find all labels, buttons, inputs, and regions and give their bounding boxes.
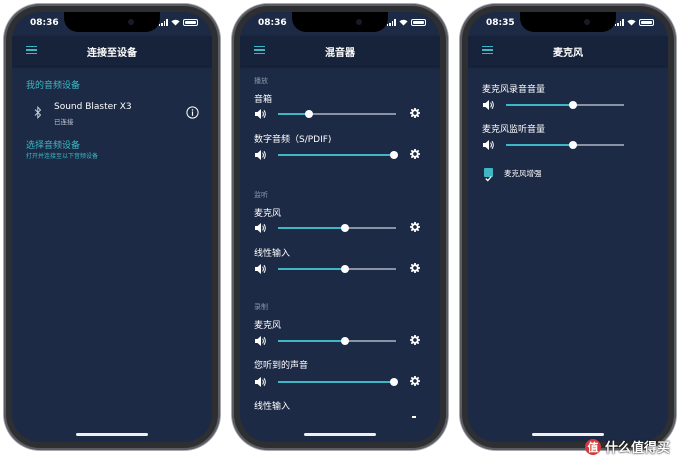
home-indicator (304, 433, 376, 436)
mic-monitor-volume-icon[interactable] (482, 139, 495, 151)
section-record: 录制 (254, 303, 268, 311)
home-indicator (532, 433, 604, 436)
battery-icon (411, 19, 426, 26)
what-u-hear-settings-gear-icon[interactable] (410, 376, 420, 386)
speaker-slider[interactable] (278, 110, 396, 118)
what-u-hear-volume-icon[interactable] (254, 376, 267, 388)
mic-monitor-volume-icon[interactable] (254, 222, 267, 234)
what-u-hear-slider[interactable] (278, 378, 398, 386)
mic-record-slider[interactable] (278, 337, 396, 345)
digital-audio-label: 数字音频（S/PDIF) (254, 135, 332, 145)
section-playback: 播放 (254, 77, 268, 85)
line-in-monitor-volume-icon[interactable] (254, 263, 267, 275)
screen-connect-device: 08:36 连接至设备 我的音频设备 Sound Blaster X3 已连接 … (12, 12, 212, 442)
mic-boost-label: 麦克风增强 (504, 169, 542, 178)
slider-knob[interactable] (304, 110, 313, 118)
top-bar: 混音器 (240, 36, 440, 66)
phone-microphone: 08:35 麦克风 麦克风录音音量 麦克风监听音量 麦克风增强 (460, 4, 676, 450)
mic-monitor-settings-gear-icon[interactable] (410, 222, 420, 232)
status-icons (386, 19, 426, 26)
slider-knob[interactable] (569, 101, 578, 109)
home-indicator (76, 433, 148, 436)
mic-boost-checkbox[interactable] (484, 168, 493, 182)
info-icon[interactable] (186, 104, 199, 123)
mic-record-label: 麦克风 (254, 321, 282, 331)
notch (520, 12, 616, 32)
bluetooth-icon (34, 104, 42, 123)
line-in-monitor-settings-gear-icon[interactable] (410, 263, 420, 273)
digital-settings-gear-icon[interactable] (410, 149, 420, 159)
notch (64, 12, 160, 32)
scroll-hint (412, 416, 416, 418)
what-u-hear-label: 您听到的声音 (254, 361, 309, 371)
status-time: 08:35 (486, 18, 515, 28)
top-bar: 连接至设备 (12, 36, 212, 66)
device-status: 已连接 (54, 118, 74, 126)
notch (292, 12, 388, 32)
mic-monitor-label: 麦克风 (254, 209, 282, 219)
mic-record-volume-icon[interactable] (254, 335, 267, 347)
wifi-icon (399, 19, 408, 26)
watermark: 值 什么值得买 (584, 437, 670, 456)
line-in-monitor-label: 线性输入 (254, 249, 291, 259)
top-bar: 麦克风 (468, 36, 668, 66)
slider-knob[interactable] (341, 265, 350, 273)
select-device-link[interactable]: 选择音频设备 (26, 138, 80, 151)
phone-connect-device: 08:36 连接至设备 我的音频设备 Sound Blaster X3 已连接 … (4, 4, 220, 450)
slider-knob[interactable] (341, 337, 350, 345)
screen-mixer: 08:36 混音器 播放 音箱 数字音频（S/PDIF) 监听 麦克风 线性输入… (240, 12, 440, 442)
page-title: 麦克风 (553, 48, 583, 59)
status-time: 08:36 (30, 18, 59, 28)
signal-icon (158, 19, 168, 26)
section-monitor: 监听 (254, 191, 268, 199)
select-device-hint: 打开并连接至以下音频设备 (26, 153, 99, 160)
digital-volume-icon[interactable] (254, 149, 267, 161)
check-icon (485, 176, 492, 182)
line-in-monitor-slider[interactable] (278, 265, 396, 273)
battery-icon (183, 19, 198, 26)
mic-monitor-volume-slider[interactable] (506, 141, 624, 149)
speaker-volume-icon[interactable] (254, 108, 267, 120)
wifi-icon (171, 19, 180, 26)
my-devices-heading: 我的音频设备 (26, 81, 81, 91)
watermark-logo: 值 (584, 438, 601, 455)
screen-microphone: 08:35 麦克风 麦克风录音音量 麦克风监听音量 麦克风增强 (468, 12, 668, 442)
watermark-text: 什么值得买 (604, 441, 670, 456)
mic-monitor-slider[interactable] (278, 224, 396, 232)
speaker-label: 音箱 (254, 95, 273, 105)
mic-record-volume-label: 麦克风录音音量 (482, 85, 546, 95)
mic-record-settings-gear-icon[interactable] (410, 335, 420, 345)
slider-knob[interactable] (389, 378, 398, 386)
slider-knob[interactable] (569, 141, 578, 149)
mic-record-volume-slider[interactable] (506, 101, 624, 109)
page-title: 连接至设备 (87, 48, 137, 59)
page-title: 混音器 (325, 48, 355, 59)
mic-monitor-volume-label: 麦克风监听音量 (482, 125, 546, 135)
signal-icon (614, 19, 624, 26)
signal-icon (386, 19, 396, 26)
slider-knob[interactable] (389, 151, 398, 159)
status-icons (158, 19, 198, 26)
speaker-settings-gear-icon[interactable] (410, 108, 420, 118)
status-time: 08:36 (258, 18, 287, 28)
battery-icon (639, 19, 654, 26)
digital-audio-slider[interactable] (278, 151, 398, 159)
wifi-icon (627, 19, 636, 26)
slider-knob[interactable] (341, 224, 350, 232)
line-in-record-label: 线性输入 (254, 402, 291, 412)
device-name[interactable]: Sound Blaster X3 (54, 102, 132, 112)
mic-record-volume-icon[interactable] (482, 99, 495, 111)
status-icons (614, 19, 654, 26)
phone-mixer: 08:36 混音器 播放 音箱 数字音频（S/PDIF) 监听 麦克风 线性输入… (232, 4, 448, 450)
